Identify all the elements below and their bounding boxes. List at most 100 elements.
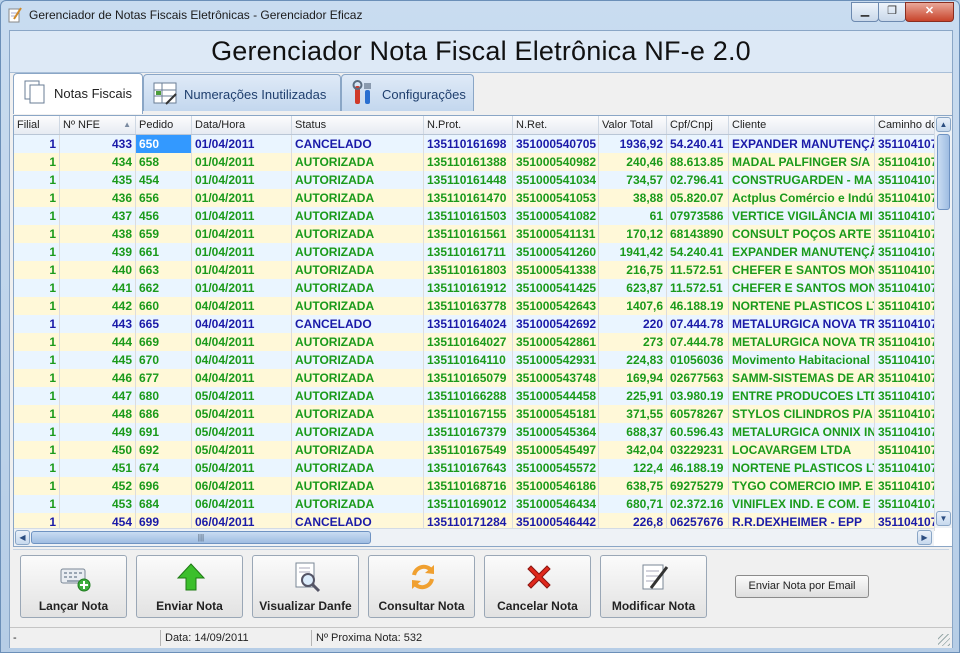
cell-cpf-cnpj[interactable]: 01056036 [667, 351, 729, 369]
enviar-nota-button[interactable]: Enviar Nota [136, 555, 243, 618]
lancar-nota-button[interactable]: Lançar Nota [20, 555, 127, 618]
cell-filial[interactable]: 1 [14, 171, 60, 189]
cell-cpf-cnpj[interactable]: 02677563 [667, 369, 729, 387]
cell-filial[interactable]: 1 [14, 189, 60, 207]
cell-caminho[interactable]: 3511041071 [875, 351, 935, 369]
column-header-data-hora[interactable]: Data/Hora [192, 116, 292, 134]
table-row[interactable]: 1 445 670 04/04/2011 AUTORIZADA 135110164110 3… [14, 351, 935, 369]
cell-cliente[interactable]: NORTENE PLASTICOS LT [729, 459, 875, 477]
enviar-email-button[interactable]: Enviar Nota por Email [735, 575, 869, 598]
cell-pedido[interactable]: 656 [136, 189, 192, 207]
cell-nfe[interactable]: 443 [60, 315, 136, 333]
cell-status[interactable]: AUTORIZADA [292, 171, 424, 189]
cell-filial[interactable]: 1 [14, 243, 60, 261]
cell-cpf-cnpj[interactable]: 07.444.78 [667, 333, 729, 351]
close-button[interactable]: ✕ [905, 2, 954, 22]
cell-caminho[interactable]: 3511041071 [875, 153, 935, 171]
table-row[interactable]: 1 437 456 01/04/2011 AUTORIZADA 135110161503 3… [14, 207, 935, 225]
cell-cpf-cnpj[interactable]: 54.240.41 [667, 243, 729, 261]
cell-nret[interactable]: 351000542692 [513, 315, 599, 333]
cell-pedido[interactable]: 670 [136, 351, 192, 369]
cell-nfe[interactable]: 446 [60, 369, 136, 387]
cell-nfe[interactable]: 445 [60, 351, 136, 369]
scroll-up-icon[interactable]: ▲ [936, 117, 951, 132]
table-row[interactable]: 1 434 658 01/04/2011 AUTORIZADA 135110161388 3… [14, 153, 935, 171]
cell-cpf-cnpj[interactable]: 69275279 [667, 477, 729, 495]
cell-valor-total[interactable]: 273 [599, 333, 667, 351]
column-header-cliente[interactable]: Cliente [729, 116, 875, 134]
vertical-scrollbar[interactable]: ▲ ▼ [934, 116, 952, 528]
cell-filial[interactable]: 1 [14, 387, 60, 405]
cell-nfe[interactable]: 450 [60, 441, 136, 459]
cell-nfe[interactable]: 433 [60, 135, 136, 153]
consultar-nota-button[interactable]: Consultar Nota [368, 555, 475, 618]
cell-cliente[interactable]: EXPANDER MANUTENÇÃO [729, 135, 875, 153]
cell-status[interactable]: AUTORIZADA [292, 207, 424, 225]
vertical-scroll-thumb[interactable] [937, 134, 950, 210]
cell-cliente[interactable]: VINIFLEX IND. E COM. E [729, 495, 875, 513]
cell-cliente[interactable]: CONSULT POÇOS ARTE [729, 225, 875, 243]
title-bar[interactable]: Gerenciador de Notas Fiscais Eletrônicas… [1, 1, 959, 29]
cell-caminho[interactable]: 3511041071 [875, 207, 935, 225]
cell-data-hora[interactable]: 01/04/2011 [192, 261, 292, 279]
cell-pedido[interactable]: 454 [136, 171, 192, 189]
cell-nprot[interactable]: 135110164110 [424, 351, 513, 369]
cell-caminho[interactable]: 3511041071 [875, 315, 935, 333]
cell-nret[interactable]: 351000545497 [513, 441, 599, 459]
cell-filial[interactable]: 1 [14, 369, 60, 387]
cell-cpf-cnpj[interactable]: 02.796.41 [667, 171, 729, 189]
cell-nfe[interactable]: 434 [60, 153, 136, 171]
cell-filial[interactable]: 1 [14, 225, 60, 243]
cell-nprot[interactable]: 135110167379 [424, 423, 513, 441]
table-row[interactable]: 1 438 659 01/04/2011 AUTORIZADA 135110161561 3… [14, 225, 935, 243]
column-header-pedido[interactable]: Pedido [136, 116, 192, 134]
cell-valor-total[interactable]: 169,94 [599, 369, 667, 387]
cell-cliente[interactable]: STYLOS CILINDROS P/A [729, 405, 875, 423]
cell-valor-total[interactable]: 623,87 [599, 279, 667, 297]
cell-caminho[interactable]: 3511041071 [875, 135, 935, 153]
cell-data-hora[interactable]: 01/04/2011 [192, 171, 292, 189]
cell-nprot[interactable]: 135110167155 [424, 405, 513, 423]
cell-nret[interactable]: 351000541131 [513, 225, 599, 243]
cell-pedido[interactable]: 692 [136, 441, 192, 459]
cell-status[interactable]: CANCELADO [292, 135, 424, 153]
cell-valor-total[interactable]: 224,83 [599, 351, 667, 369]
cell-cpf-cnpj[interactable]: 07.444.78 [667, 315, 729, 333]
cell-caminho[interactable]: 3511041071 [875, 243, 935, 261]
cell-pedido[interactable]: 677 [136, 369, 192, 387]
cell-filial[interactable]: 1 [14, 207, 60, 225]
cell-nret[interactable]: 351000541260 [513, 243, 599, 261]
cell-cliente[interactable]: TYGO COMERCIO IMP. E [729, 477, 875, 495]
cancelar-nota-button[interactable]: Cancelar Nota [484, 555, 591, 618]
cell-filial[interactable]: 1 [14, 423, 60, 441]
cell-nret[interactable]: 351000540982 [513, 153, 599, 171]
cell-cliente[interactable]: VERTICE VIGILÂNCIA MI [729, 207, 875, 225]
cell-filial[interactable]: 1 [14, 477, 60, 495]
cell-cliente[interactable]: SAMM-SISTEMAS DE AR [729, 369, 875, 387]
cell-nfe[interactable]: 447 [60, 387, 136, 405]
cell-data-hora[interactable]: 01/04/2011 [192, 225, 292, 243]
cell-nret[interactable]: 351000540705 [513, 135, 599, 153]
table-row[interactable]: 1 436 656 01/04/2011 AUTORIZADA 135110161470 3… [14, 189, 935, 207]
cell-pedido[interactable]: 662 [136, 279, 192, 297]
cell-caminho[interactable]: 3511041071 [875, 423, 935, 441]
cell-nfe[interactable]: 436 [60, 189, 136, 207]
cell-nret[interactable]: 351000542931 [513, 351, 599, 369]
cell-pedido[interactable]: 661 [136, 243, 192, 261]
cell-nfe[interactable]: 435 [60, 171, 136, 189]
cell-cpf-cnpj[interactable]: 46.188.19 [667, 297, 729, 315]
cell-nret[interactable]: 351000546434 [513, 495, 599, 513]
cell-nfe[interactable]: 439 [60, 243, 136, 261]
cell-data-hora[interactable]: 01/04/2011 [192, 279, 292, 297]
table-row[interactable]: 1 446 677 04/04/2011 AUTORIZADA 135110165079 3… [14, 369, 935, 387]
table-row[interactable]: 1 440 663 01/04/2011 AUTORIZADA 135110161803 3… [14, 261, 935, 279]
cell-nfe[interactable]: 437 [60, 207, 136, 225]
cell-nprot[interactable]: 135110165079 [424, 369, 513, 387]
cell-status[interactable]: AUTORIZADA [292, 423, 424, 441]
cell-cliente[interactable]: CHEFER E SANTOS MON [729, 279, 875, 297]
cell-valor-total[interactable]: 1407,6 [599, 297, 667, 315]
cell-pedido[interactable]: 650 [136, 135, 192, 153]
table-row[interactable]: 1 452 696 06/04/2011 AUTORIZADA 135110168716 3… [14, 477, 935, 495]
cell-data-hora[interactable]: 01/04/2011 [192, 135, 292, 153]
cell-status[interactable]: CANCELADO [292, 315, 424, 333]
